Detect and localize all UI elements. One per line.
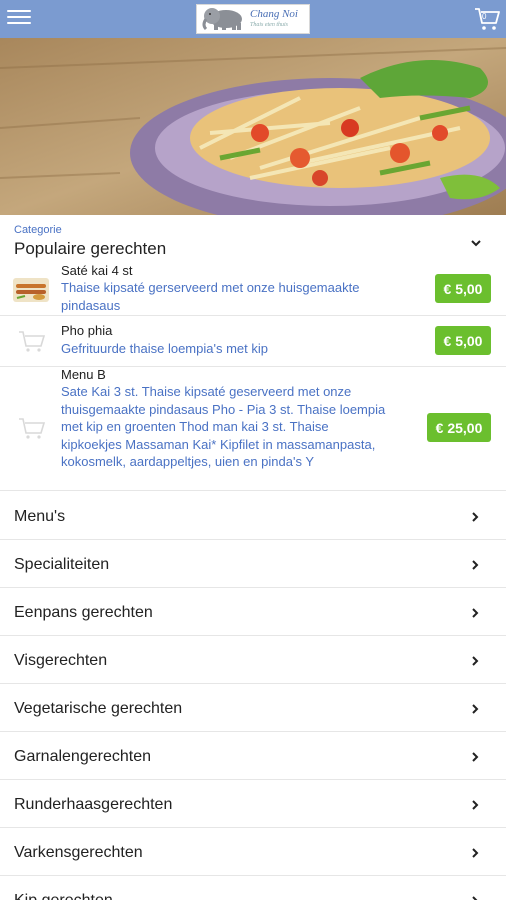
category-row-label: Vegetarische gerechten (14, 700, 183, 717)
product-description: Sate Kai 3 st. Thaise kipsaté geserveerd… (61, 384, 386, 469)
product-name: Saté kai 4 st (61, 263, 133, 278)
chevron-down-icon[interactable] (470, 237, 482, 249)
product-row[interactable]: Menu B Sate Kai 3 st. Thaise kipsaté ges… (0, 367, 506, 491)
price-button[interactable]: € 5,00 (435, 326, 491, 355)
category-row-label: Specialiteiten (14, 556, 110, 573)
category-row-label: Varkensgerechten (14, 844, 143, 861)
category-row-garnalen[interactable]: Garnalengerechten (0, 732, 506, 780)
cart-outline-icon (19, 418, 46, 439)
sate-thumbnail (13, 278, 49, 302)
hamburger-menu-icon[interactable] (7, 10, 31, 28)
product-row[interactable]: Pho phia Gefrituurde thaise loempia's me… (0, 316, 506, 367)
category-row-label: Runderhaasgerechten (14, 796, 173, 813)
category-row-label: Visgerechten (14, 652, 108, 669)
chevron-right-icon (472, 512, 479, 522)
product-name: Pho phia (61, 323, 113, 338)
price-button[interactable]: € 25,00 (427, 413, 491, 442)
hero-food-image (0, 38, 506, 215)
category-label: Categorie (14, 224, 62, 236)
category-row-kip[interactable]: Kip gerechten (0, 876, 506, 900)
product-description: Gefrituurde thaise loempia's met kip (61, 341, 268, 356)
price-button[interactable]: € 5,00 (435, 274, 491, 303)
cart-outline-icon (19, 331, 46, 352)
product-description: Thaise kipsaté gerserveerd met onze huis… (61, 280, 360, 313)
chevron-right-icon (472, 848, 479, 858)
category-row-varkens[interactable]: Varkensgerechten (0, 828, 506, 876)
product-name: Menu B (61, 367, 106, 382)
category-row-label: Garnalengerechten (14, 748, 151, 765)
cart-button[interactable]: 0 (474, 6, 500, 32)
chevron-right-icon (472, 800, 479, 810)
chevron-right-icon (472, 656, 479, 666)
category-selector[interactable]: Categorie Populaire gerechten (0, 215, 506, 260)
category-row-visgerechten[interactable]: Visgerechten (0, 636, 506, 684)
chevron-right-icon (472, 704, 479, 714)
category-row-label: Kip gerechten (14, 892, 113, 900)
logo[interactable]: Chang Noi Thais eten thuis (196, 4, 310, 34)
chevron-right-icon (472, 560, 479, 570)
category-row-label: Menu's (14, 508, 66, 525)
chevron-right-icon (472, 896, 478, 900)
product-row[interactable]: Saté kai 4 st Thaise kipsaté gerserveerd… (0, 260, 506, 316)
elephant-logo-icon (202, 8, 242, 31)
category-row-runderhaas[interactable]: Runderhaasgerechten (0, 780, 506, 828)
category-row-vegetarisch[interactable]: Vegetarische gerechten (0, 684, 506, 732)
category-row-eenpans[interactable]: Eenpans gerechten (0, 588, 506, 636)
category-row-specialiteiten[interactable]: Specialiteiten (0, 540, 506, 588)
category-selected-value: Populaire gerechten (14, 239, 167, 258)
category-row-menus[interactable]: Menu's (0, 492, 506, 540)
chevron-right-icon (472, 752, 479, 762)
top-bar: Chang Noi Thais eten thuis 0 (0, 0, 506, 38)
cart-count: 0 (482, 12, 487, 21)
shopping-cart-icon (475, 8, 500, 30)
chevron-right-icon (472, 608, 479, 618)
logo-tagline: Thais eten thuis (250, 21, 289, 28)
logo-name: Chang Noi (250, 7, 298, 20)
category-row-label: Eenpans gerechten (14, 604, 153, 621)
